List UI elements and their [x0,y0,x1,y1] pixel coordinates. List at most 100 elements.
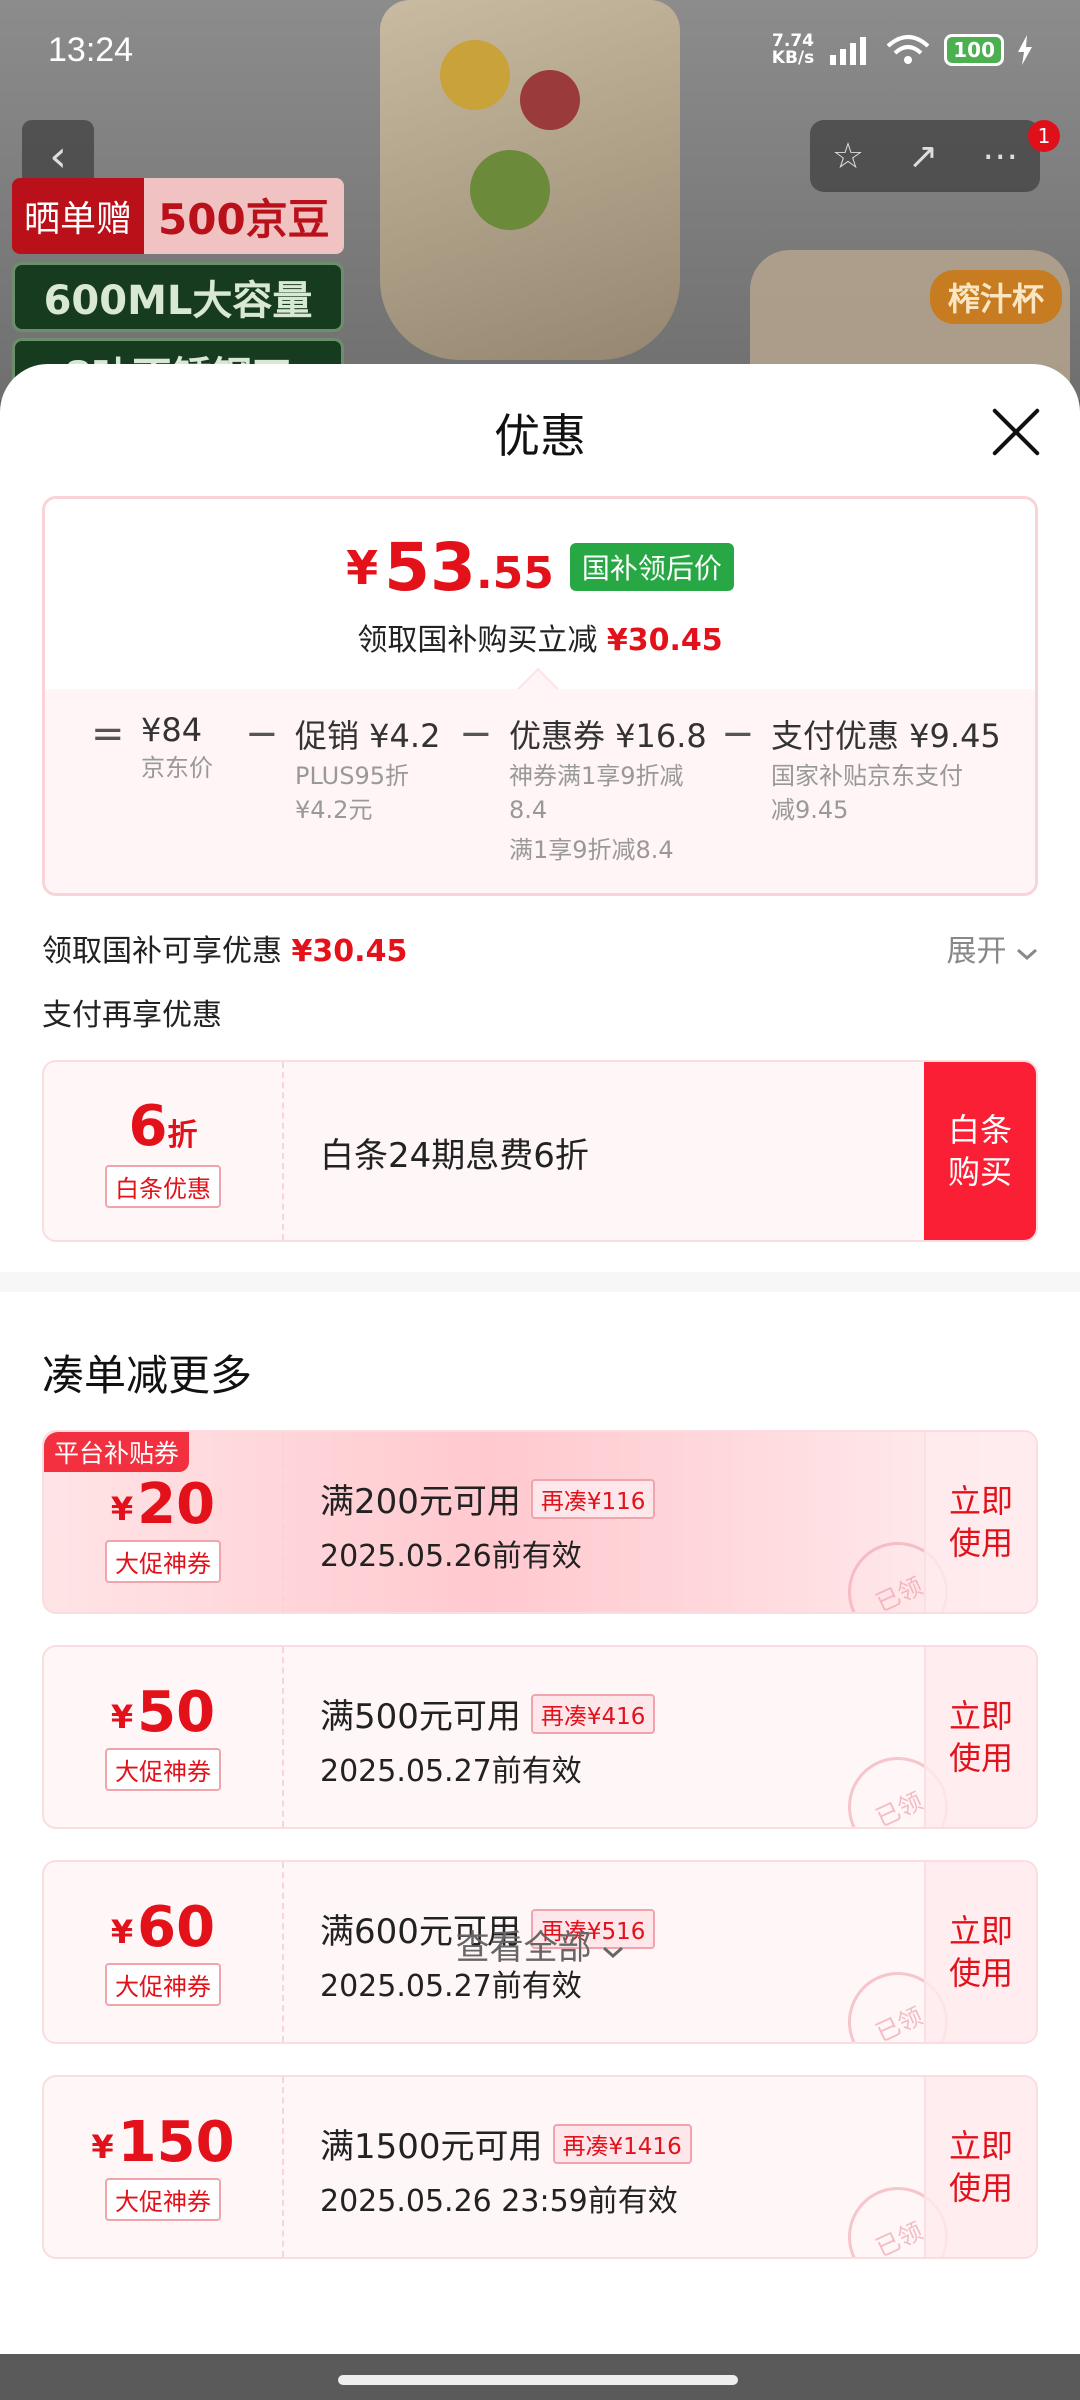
coupon-expiry: 2025.05.26 23:59前有效 [320,2184,678,2219]
coupon-info: 满1500元可用 再凑¥1416 2025.05.26 23:59前有效 [320,2119,692,2220]
chevron-down-icon [1017,948,1037,961]
guobu-label: 领取国补可享优惠 [42,934,282,969]
breakdown-sub: 京东价 [141,754,213,782]
use-coupon-button[interactable]: 立即 使用 [924,1432,1036,1612]
coupon-condition: 满200元可用 [320,1482,521,1522]
sheet-title: 优惠 [494,409,586,463]
cup-tag: 榨汁杯 [929,270,1062,324]
expand-button[interactable]: 展开 [946,926,1038,970]
price-currency: ¥ [346,541,379,595]
coupon-chip: 大促神券 [105,1747,221,1791]
breakdown-main: 支付优惠 ¥9.45 [771,717,1001,755]
coupon-chip: 大促神券 [105,1539,221,1583]
close-icon[interactable] [988,404,1044,460]
wifi-icon [886,35,930,64]
coupon-more-needed: 再凑¥1416 [552,2123,692,2164]
status-time: 13:24 [48,30,134,69]
use-coupon-label: 立即 使用 [948,1482,1013,1562]
chevron-down-icon [603,1946,624,1959]
final-price-line: ¥ 53 .55 国补领后价 [45,535,1035,601]
breakdown-sub: 神券满1享9折减 [509,762,684,790]
use-coupon-button[interactable]: 立即 使用 [924,1647,1036,1827]
breakdown-operator: = [91,711,125,757]
use-coupon-label: 立即 使用 [948,2127,1013,2207]
favorite-icon[interactable]: ☆ [832,136,864,177]
price-saving-line: 领取国补购买立减 ¥30.45 [45,615,1035,659]
price-saving-amount: ¥30.45 [606,623,723,658]
home-indicator[interactable] [338,2375,738,2385]
breakdown-sub: 国家补贴京东支付 [771,762,963,790]
top-actions: ☆ ↗ ⋯ [810,120,1040,192]
price-summary: ¥ 53 .55 国补领后价 领取国补购买立减 ¥30.45 [45,499,1035,689]
coupon-currency: ¥ [91,2127,114,2166]
baitiao-offer-card: 6折 白条优惠 白条24期息费6折 白条 购买 [42,1060,1038,1242]
baitiao-chip: 白条优惠 [105,1165,221,1208]
section-title-more: 凑单减更多 [42,1351,253,1400]
coupon-value: ¥150 大促神券 [44,2077,284,2257]
discount-number: 6 [128,1094,168,1159]
breakdown-item-coupon: 优惠券 ¥16.8 神券满1享9折减 8.4 满1享9折减8.4 [509,711,707,867]
net-speed-unit: KB/s [771,48,815,68]
baitiao-buy-button[interactable]: 白条 购买 [924,1062,1036,1240]
coupon-card: ¥50 大促神券 满500元可用 再凑¥416 2025.05.27前有效 已领 … [42,1645,1038,1829]
section-divider [0,1272,1080,1292]
coupon-amount: ¥50 [111,1679,216,1745]
coupon-value: ¥50 大促神券 [44,1647,284,1827]
breakdown-main: 促销 ¥4.2 [295,717,441,755]
coupon-more-needed: 再凑¥416 [530,1693,656,1734]
breakdown-sub: 满1享9折减8.4 [509,836,674,864]
breakdown-main: 优惠券 ¥16.8 [509,717,707,755]
price-integer: 53 [384,529,476,606]
discount-sheet: 优惠 ¥ 53 .55 国补领后价 领取国补购买立减 ¥30.45 = ¥84 … [0,364,1080,2354]
coupon-more-needed: 再凑¥116 [530,1478,656,1519]
guobu-row: 领取国补可享优惠 ¥30.45 [42,926,407,970]
coupon-amount-number: 50 [137,1679,216,1745]
notification-badge: 1 [1028,120,1060,152]
breakdown-operator: − [721,711,755,757]
breakdown-sub: ¥4.2元 [295,796,373,824]
signal-icon [830,37,867,65]
view-all-button[interactable]: 查看全部 [0,1920,1080,1969]
baitiao-discount-value: 6折 [129,1094,198,1159]
coupon-info: 满500元可用 再凑¥416 2025.05.27前有效 [320,1689,656,1790]
coupon-corner-label: 平台补贴券 [44,1432,190,1472]
final-price: ¥ 53 .55 [346,535,554,601]
use-coupon-button[interactable]: 立即 使用 [924,2077,1036,2257]
coupon-card: ¥20 大促神券 平台补贴券 满200元可用 再凑¥116 2025.05.26前… [42,1430,1038,1614]
breakdown-item-promo: 促销 ¥4.2 PLUS95折 ¥4.2元 [295,711,440,827]
feature-tag-capacity: 600ML大容量 [12,262,344,332]
breakdown-operator: − [459,711,493,757]
coupon-expiry: 2025.05.27前有效 [320,1754,582,1789]
coupon-amount: ¥150 [91,2113,234,2172]
guobu-price-tag: 国补领后价 [569,543,734,591]
baitiao-description: 白条24期息费6折 [320,1136,589,1176]
fruit-decoration [470,150,550,230]
product-page-background: 13:24 7.74 KB/s 100 ‹ ☆ ↗ ⋯ 1 晒单赠 500京豆 … [0,0,1080,400]
more-icon[interactable]: ⋯ [982,136,1018,177]
coupon-currency: ¥ [110,1489,134,1528]
coupon-amount-number: 20 [137,1471,216,1537]
coupon-info: 满200元可用 再凑¥116 2025.05.26前有效 [320,1474,656,1575]
share-icon[interactable]: ↗ [908,136,938,177]
discount-unit: 折 [167,1118,198,1153]
breakdown-operator: − [245,711,279,757]
coupon-chip: 大促神券 [105,2177,221,2221]
breakdown-main: ¥84 [141,711,203,749]
price-decimal: .55 [475,548,554,599]
status-icons: 7.74 KB/s 100 [772,33,1032,67]
charging-icon [1018,35,1032,65]
coupon-card: ¥150 大促神券 满1500元可用 再凑¥1416 2025.05.26 23:… [42,2075,1038,2259]
guobu-amount: ¥30.45 [291,934,408,969]
battery-icon: 100 [944,34,1004,66]
coupon-amount: ¥20 [110,1471,216,1537]
promo-tag-value: 500京豆 [144,178,344,254]
coupon-expiry: 2025.05.26前有效 [320,1539,582,1574]
view-all-label: 查看全部 [455,1928,592,1968]
price-card: ¥ 53 .55 国补领后价 领取国补购买立减 ¥30.45 = ¥84 京东价… [42,496,1038,896]
pay-section-label: 支付再享优惠 [42,998,222,1033]
baitiao-discount: 6折 白条优惠 [44,1062,284,1240]
status-bar: 13:24 7.74 KB/s 100 [0,0,1080,100]
coupon-condition: 满500元可用 [320,1697,521,1737]
breakdown-sub: PLUS95折 [295,762,409,790]
promo-tag: 晒单赠 500京豆 [12,178,344,254]
